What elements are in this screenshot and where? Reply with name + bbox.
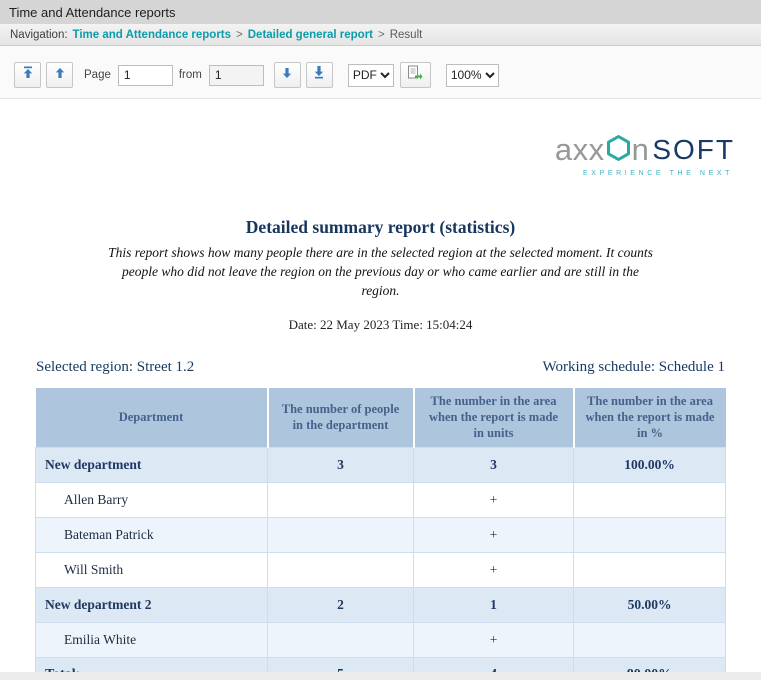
cell-person-name: Bateman Patrick <box>36 518 268 553</box>
cell-in-area-percent: 100.00% <box>574 448 726 483</box>
from-label: from <box>179 69 202 81</box>
logo-text-n: n <box>632 134 650 165</box>
breadcrumb-link-reports[interactable]: Time and Attendance reports <box>73 29 231 41</box>
cell-in-area-percent <box>574 623 726 658</box>
next-page-arrow-icon <box>281 66 293 84</box>
report-datetime: Date: 22 May 2023 Time: 15:04:24 <box>0 317 761 333</box>
cell-in-area-percent: 50.00% <box>574 588 726 623</box>
table-row-person: Allen Barry + <box>36 483 726 518</box>
table-row-department: New department 3 3 100.00% <box>36 448 726 483</box>
table-row-department: New department 2 2 1 50.00% <box>36 588 726 623</box>
hexagon-logo-icon <box>606 134 631 167</box>
cell-people-count <box>268 623 414 658</box>
table-row-person: Bateman Patrick + <box>36 518 726 553</box>
cell-in-area-percent <box>574 483 726 518</box>
first-page-arrow-icon <box>22 66 34 84</box>
cell-people-count <box>268 483 414 518</box>
previous-page-arrow-icon <box>54 66 66 84</box>
window-title: Time and Attendance reports <box>9 5 175 20</box>
window-titlebar: Time and Attendance reports <box>0 0 761 24</box>
breadcrumb-link-detailed-general-report[interactable]: Detailed general report <box>248 29 373 41</box>
working-schedule-text: Working schedule: Schedule 1 <box>543 359 726 376</box>
report-title: Detailed summary report (statistics) <box>0 217 761 238</box>
first-page-button[interactable] <box>14 62 41 88</box>
breadcrumb-label: Navigation: <box>10 29 68 41</box>
cell-in-area-units: + <box>414 553 574 588</box>
total-pages-input[interactable] <box>209 65 264 86</box>
report-toolbar: Page from PDF 100% <box>0 46 761 99</box>
cell-people-count: 2 <box>268 588 414 623</box>
page-number-input[interactable] <box>118 65 173 86</box>
cell-in-area-units: 1 <box>414 588 574 623</box>
cell-in-area-units: + <box>414 483 574 518</box>
cell-people-count: 3 <box>268 448 414 483</box>
logo-text-soft: SOFT <box>652 136 735 164</box>
breadcrumb: Navigation: Time and Attendance reports … <box>0 24 761 46</box>
export-report-button[interactable] <box>400 62 431 88</box>
cell-department-name: New department <box>36 448 268 483</box>
cell-people-count <box>268 553 414 588</box>
cell-total-label: Total: <box>36 658 268 672</box>
report-table: Department The number of people in the d… <box>35 388 726 672</box>
bottom-gutter <box>0 672 761 680</box>
cell-in-area-units: 3 <box>414 448 574 483</box>
previous-page-button[interactable] <box>46 62 73 88</box>
zoom-select[interactable]: 100% <box>446 64 499 87</box>
breadcrumb-separator: > <box>378 29 385 41</box>
breadcrumb-current-result: Result <box>390 29 423 41</box>
column-header-department: Department <box>36 388 268 447</box>
last-page-button[interactable] <box>306 62 333 88</box>
axxonsoft-logo: axx n SOFT EXPERIENCE THE NEXT <box>0 133 735 177</box>
report-parameters-row: Selected region: Street 1.2 Working sche… <box>36 359 725 376</box>
column-header-people-in-department: The number of people in the department <box>268 388 414 447</box>
column-header-in-area-units: The number in the area when the report i… <box>414 388 574 447</box>
page-label: Page <box>84 69 111 81</box>
table-header-row: Department The number of people in the d… <box>36 388 726 447</box>
next-page-button[interactable] <box>274 62 301 88</box>
cell-total-percent: 80.00% <box>574 658 726 672</box>
cell-total-people: 5 <box>268 658 414 672</box>
table-row-total: Total: 5 4 80.00% <box>36 658 726 672</box>
table-row-person: Emilia White + <box>36 623 726 658</box>
export-format-select[interactable]: PDF <box>348 64 394 87</box>
last-page-arrow-icon <box>313 66 325 84</box>
cell-in-area-percent <box>574 553 726 588</box>
cell-in-area-units: + <box>414 518 574 553</box>
logo-tagline: EXPERIENCE THE NEXT <box>583 170 735 177</box>
cell-department-name: New department 2 <box>36 588 268 623</box>
column-header-in-area-percent: The number in the area when the report i… <box>574 388 726 447</box>
cell-person-name: Allen Barry <box>36 483 268 518</box>
cell-person-name: Emilia White <box>36 623 268 658</box>
cell-in-area-units: + <box>414 623 574 658</box>
cell-total-units: 4 <box>414 658 574 672</box>
selected-region-text: Selected region: Street 1.2 <box>36 359 194 376</box>
cell-in-area-percent <box>574 518 726 553</box>
breadcrumb-separator: > <box>236 29 243 41</box>
table-row-person: Will Smith + <box>36 553 726 588</box>
report-page: axx n SOFT EXPERIENCE THE NEXT Detailed … <box>0 99 761 672</box>
cell-people-count <box>268 518 414 553</box>
report-description: This report shows how many people there … <box>108 243 653 300</box>
logo-text-axx: axx <box>555 134 605 165</box>
export-report-icon <box>407 65 423 85</box>
cell-person-name: Will Smith <box>36 553 268 588</box>
